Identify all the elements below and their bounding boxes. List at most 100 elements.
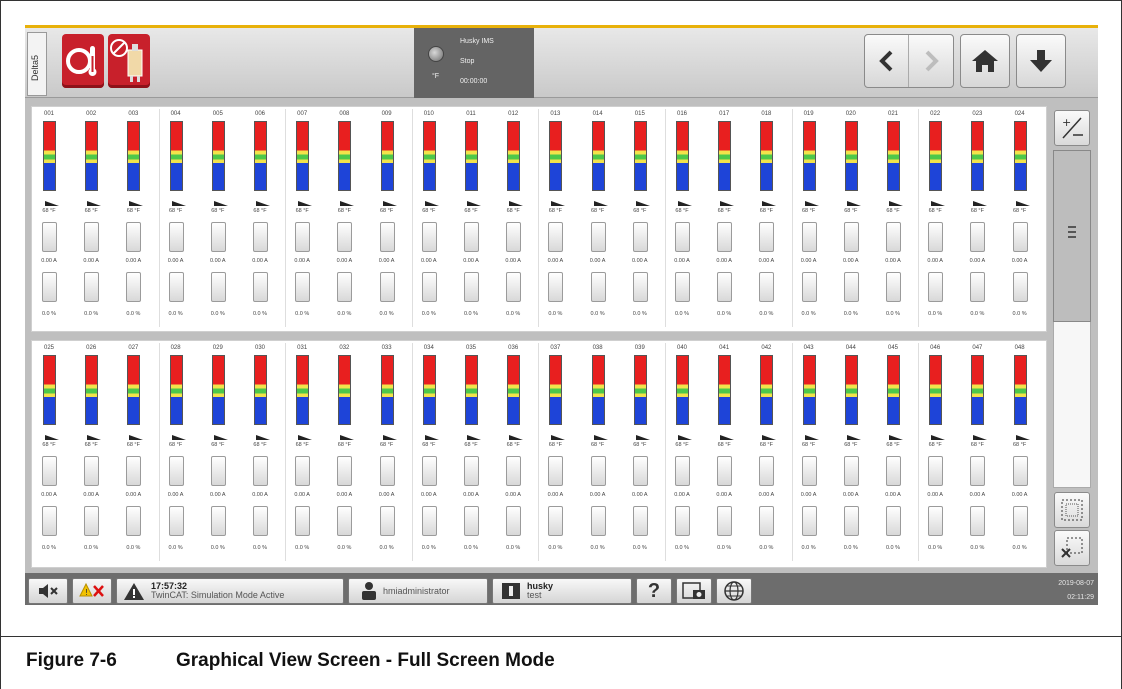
zone-temperature: 68 °F	[928, 442, 942, 448]
zone-047[interactable]: 047 68 °F 0.00 A 0.0 %	[964, 341, 1002, 567]
zone-003[interactable]: 003 68 °F 0.00 A 0.0 %	[120, 107, 158, 331]
alarm-message: TwinCAT: Simulation Mode Active	[151, 590, 285, 600]
zone-038[interactable]: 038 68 °F 0.00 A 0.0 %	[585, 341, 623, 567]
zone-021[interactable]: 021 68 °F 0.00 A 0.0 %	[880, 107, 918, 331]
zone-015[interactable]: 015 68 °F 0.00 A 0.0 %	[627, 107, 665, 331]
zone-027[interactable]: 027 68 °F 0.00 A 0.0 %	[120, 341, 158, 567]
current-gauge	[42, 456, 57, 486]
zone-014[interactable]: 014 68 °F 0.00 A 0.0 %	[585, 107, 623, 331]
screenshot-button[interactable]	[676, 578, 712, 604]
zone-004[interactable]: 004 68 °F 0.00 A 0.0 %	[163, 107, 201, 331]
output-gauge	[843, 272, 859, 302]
zone-043[interactable]: 043 68 °F 0.00 A 0.0 %	[796, 341, 834, 567]
zone-035[interactable]: 035 68 °F 0.00 A 0.0 %	[458, 341, 496, 567]
clear-alarms-button[interactable]: !	[72, 578, 112, 604]
zone-020[interactable]: 020 68 °F 0.00 A 0.0 %	[838, 107, 876, 331]
zone-016[interactable]: 016 68 °F 0.00 A 0.0 %	[669, 107, 707, 331]
current-gauge	[843, 456, 859, 486]
zone-041[interactable]: 041 68 °F 0.00 A 0.0 %	[711, 341, 749, 567]
zone-028[interactable]: 028 68 °F 0.00 A 0.0 %	[163, 341, 201, 567]
help-button[interactable]: ?	[636, 578, 672, 604]
current-gauge	[590, 222, 606, 252]
zone-022[interactable]: 022 68 °F 0.00 A 0.0 %	[922, 107, 960, 331]
zone-046[interactable]: 046 68 °F 0.00 A 0.0 %	[922, 341, 960, 567]
zone-031[interactable]: 031 68 °F 0.00 A 0.0 %	[289, 341, 327, 567]
zone-017[interactable]: 017 68 °F 0.00 A 0.0 %	[711, 107, 749, 331]
select-all-button[interactable]	[1054, 492, 1090, 528]
zone-023[interactable]: 023 68 °F 0.00 A 0.0 %	[964, 107, 1002, 331]
deselect-button[interactable]	[1054, 530, 1090, 566]
zone-029[interactable]: 029 68 °F 0.00 A 0.0 %	[205, 341, 243, 567]
zone-036[interactable]: 036 68 °F 0.00 A 0.0 %	[500, 341, 538, 567]
zone-002[interactable]: 002 68 °F 0.00 A 0.0 %	[78, 107, 116, 331]
zone-037[interactable]: 037 68 °F 0.00 A 0.0 %	[542, 341, 580, 567]
zone-temperature: 68 °F	[633, 442, 647, 448]
zone-045[interactable]: 045 68 °F 0.00 A 0.0 %	[880, 341, 918, 567]
zone-013[interactable]: 013 68 °F 0.00 A 0.0 %	[542, 107, 580, 331]
zone-040[interactable]: 040 68 °F 0.00 A 0.0 %	[669, 341, 707, 567]
zone-current: 0.00 A	[631, 258, 648, 264]
zone-010[interactable]: 010 68 °F 0.00 A 0.0 %	[416, 107, 454, 331]
zone-034[interactable]: 034 68 °F 0.00 A 0.0 %	[416, 341, 454, 567]
plus-minus-button[interactable]: +	[1054, 110, 1090, 146]
zone-042[interactable]: 042 68 °F 0.00 A 0.0 %	[753, 341, 791, 567]
hot-runner-button[interactable]	[62, 34, 104, 88]
zone-009[interactable]: 009 68 °F 0.00 A 0.0 %	[374, 107, 412, 331]
zone-025[interactable]: 025 68 °F 0.00 A 0.0 %	[36, 341, 74, 567]
temperature-bar	[549, 355, 563, 425]
zone-panel-1: 001 68 °F 0.00 A 0.0 % 002 68 °F 0.00 A 0.0 % 00…	[31, 106, 1047, 332]
current-gauge	[970, 222, 986, 252]
zone-048[interactable]: 048 68 °F 0.00 A 0.0 %	[1007, 341, 1045, 567]
temperature-bar	[971, 121, 985, 191]
user-button[interactable]: hmiadministrator	[348, 578, 488, 604]
zone-044[interactable]: 044 68 °F 0.00 A 0.0 %	[838, 341, 876, 567]
zone-030[interactable]: 030 68 °F 0.00 A 0.0 %	[247, 341, 285, 567]
zone-temperature: 68 °F	[759, 442, 773, 448]
zone-011[interactable]: 011 68 °F 0.00 A 0.0 %	[458, 107, 496, 331]
zone-001[interactable]: 001 68 °F 0.00 A 0.0 %	[36, 107, 74, 331]
figure-title: Graphical View Screen - Full Screen Mode	[176, 650, 555, 671]
output-gauge	[970, 506, 986, 536]
download-button[interactable]	[1016, 34, 1066, 88]
setpoint-marker	[551, 196, 566, 206]
zone-current: 0.00 A	[674, 492, 690, 498]
zone-018[interactable]: 018 68 °F 0.00 A 0.0 %	[753, 107, 791, 331]
zone-temperature: 68 °F	[337, 208, 351, 214]
mold-button[interactable]: husky test	[492, 578, 632, 604]
zone-temperature: 68 °F	[675, 442, 689, 448]
temperature-bar	[43, 355, 56, 425]
forward-button[interactable]	[909, 35, 953, 87]
zone-006[interactable]: 006 68 °F 0.00 A 0.0 %	[247, 107, 285, 331]
back-button[interactable]	[865, 35, 910, 87]
zone-005[interactable]: 005 68 °F 0.00 A 0.0 %	[205, 107, 243, 331]
zone-039[interactable]: 039 68 °F 0.00 A 0.0 %	[627, 341, 665, 567]
alarm-banner[interactable]: 17:57:32 TwinCAT: Simulation Mode Active	[116, 578, 344, 604]
zone-current: 0.00 A	[209, 258, 226, 264]
current-gauge	[295, 456, 311, 486]
zone-output: 0.0 %	[885, 545, 901, 551]
scrollbar-thumb[interactable]	[1053, 150, 1091, 322]
language-button[interactable]	[716, 578, 752, 604]
zone-temperature: 68 °F	[970, 442, 984, 448]
home-button[interactable]	[960, 34, 1010, 88]
delta5-tab[interactable]: Delta5	[27, 32, 47, 96]
zone-032[interactable]: 032 68 °F 0.00 A 0.0 %	[331, 341, 369, 567]
zone-012[interactable]: 012 68 °F 0.00 A 0.0 %	[500, 107, 538, 331]
zone-019[interactable]: 019 68 °F 0.00 A 0.0 %	[796, 107, 834, 331]
zone-026[interactable]: 026 68 °F 0.00 A 0.0 %	[78, 341, 116, 567]
zone-number: 015	[634, 111, 645, 117]
zone-007[interactable]: 007 68 °F 0.00 A 0.0 %	[289, 107, 327, 331]
zone-output: 0.0 %	[84, 545, 99, 551]
back-forward-group	[864, 34, 954, 88]
zone-current: 0.00 A	[378, 492, 395, 498]
zone-output: 0.0 %	[717, 545, 732, 551]
zone-033[interactable]: 033 68 °F 0.00 A 0.0 %	[374, 341, 412, 567]
delta5-tab-label: Delta5	[30, 54, 40, 81]
disabled-device-button[interactable]	[108, 34, 150, 88]
group-separator	[411, 109, 413, 327]
zone-temperature: 68 °F	[717, 442, 731, 448]
zone-008[interactable]: 008 68 °F 0.00 A 0.0 %	[331, 107, 369, 331]
mute-button[interactable]	[28, 578, 68, 604]
zone-024[interactable]: 024 68 °F 0.00 A 0.0 %	[1007, 107, 1045, 331]
output-gauge	[590, 506, 606, 536]
